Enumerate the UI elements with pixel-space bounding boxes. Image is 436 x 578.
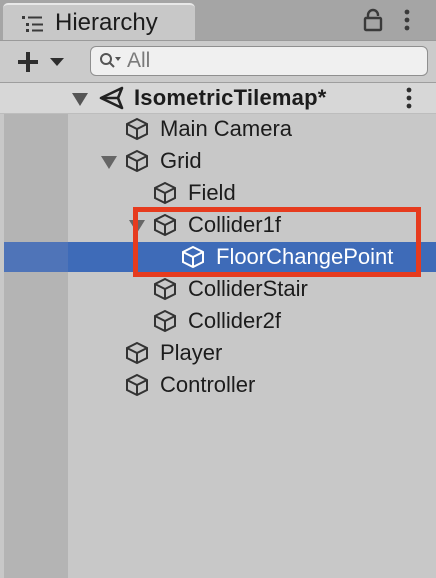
search-input[interactable] (127, 49, 417, 73)
search-dropdown-icon[interactable] (99, 52, 123, 70)
gameobject-cube-icon (126, 149, 148, 173)
annotation-highlight-box (133, 207, 421, 277)
tree-item-label: Collider2f (188, 308, 281, 333)
kebab-menu-icon[interactable] (402, 8, 412, 32)
tree-item-field[interactable]: Field (0, 177, 436, 209)
tree-item-label: Player (160, 340, 223, 365)
tab-bar: Hierarchy (0, 0, 436, 41)
gameobject-cube-icon (154, 181, 176, 205)
tree-item-grid[interactable]: Grid (0, 145, 436, 177)
create-add-button[interactable] (12, 47, 70, 77)
tree-item-collider2f[interactable]: Collider2f (0, 305, 436, 337)
tree-item-label: Field (188, 180, 236, 205)
expand-arrow-icon[interactable] (71, 91, 89, 107)
tree-item-player[interactable]: Player (0, 337, 436, 369)
search-field[interactable] (90, 46, 428, 76)
scene-header-row[interactable]: IsometricTilemap* (0, 83, 436, 114)
unity-scene-icon (99, 86, 124, 110)
lock-icon[interactable] (362, 8, 384, 32)
tab-title: Hierarchy (55, 9, 158, 36)
hierarchy-list-icon (22, 16, 43, 32)
tree-item-label: Grid (160, 148, 202, 173)
gameobject-cube-icon (154, 309, 176, 333)
tree-item-label: Controller (160, 372, 256, 397)
tree-item-controller[interactable]: Controller (0, 369, 436, 401)
gameobject-cube-icon (126, 117, 148, 141)
gameobject-cube-icon (126, 373, 148, 397)
gameobject-cube-icon (154, 277, 176, 301)
tree-item-label: ColliderStair (188, 276, 308, 301)
tree-item-label: Main Camera (160, 116, 293, 141)
tab-hierarchy[interactable]: Hierarchy (3, 3, 195, 40)
tree-item-colliderstair[interactable]: ColliderStair (0, 273, 436, 305)
tree-item-main-camera[interactable]: Main Camera (0, 113, 436, 145)
scene-kebab-menu-icon[interactable] (404, 86, 414, 110)
gameobject-cube-icon (126, 341, 148, 365)
hierarchy-toolbar (0, 41, 436, 83)
scene-name: IsometricTilemap* (134, 85, 327, 110)
expand-arrow-icon[interactable] (100, 154, 118, 170)
